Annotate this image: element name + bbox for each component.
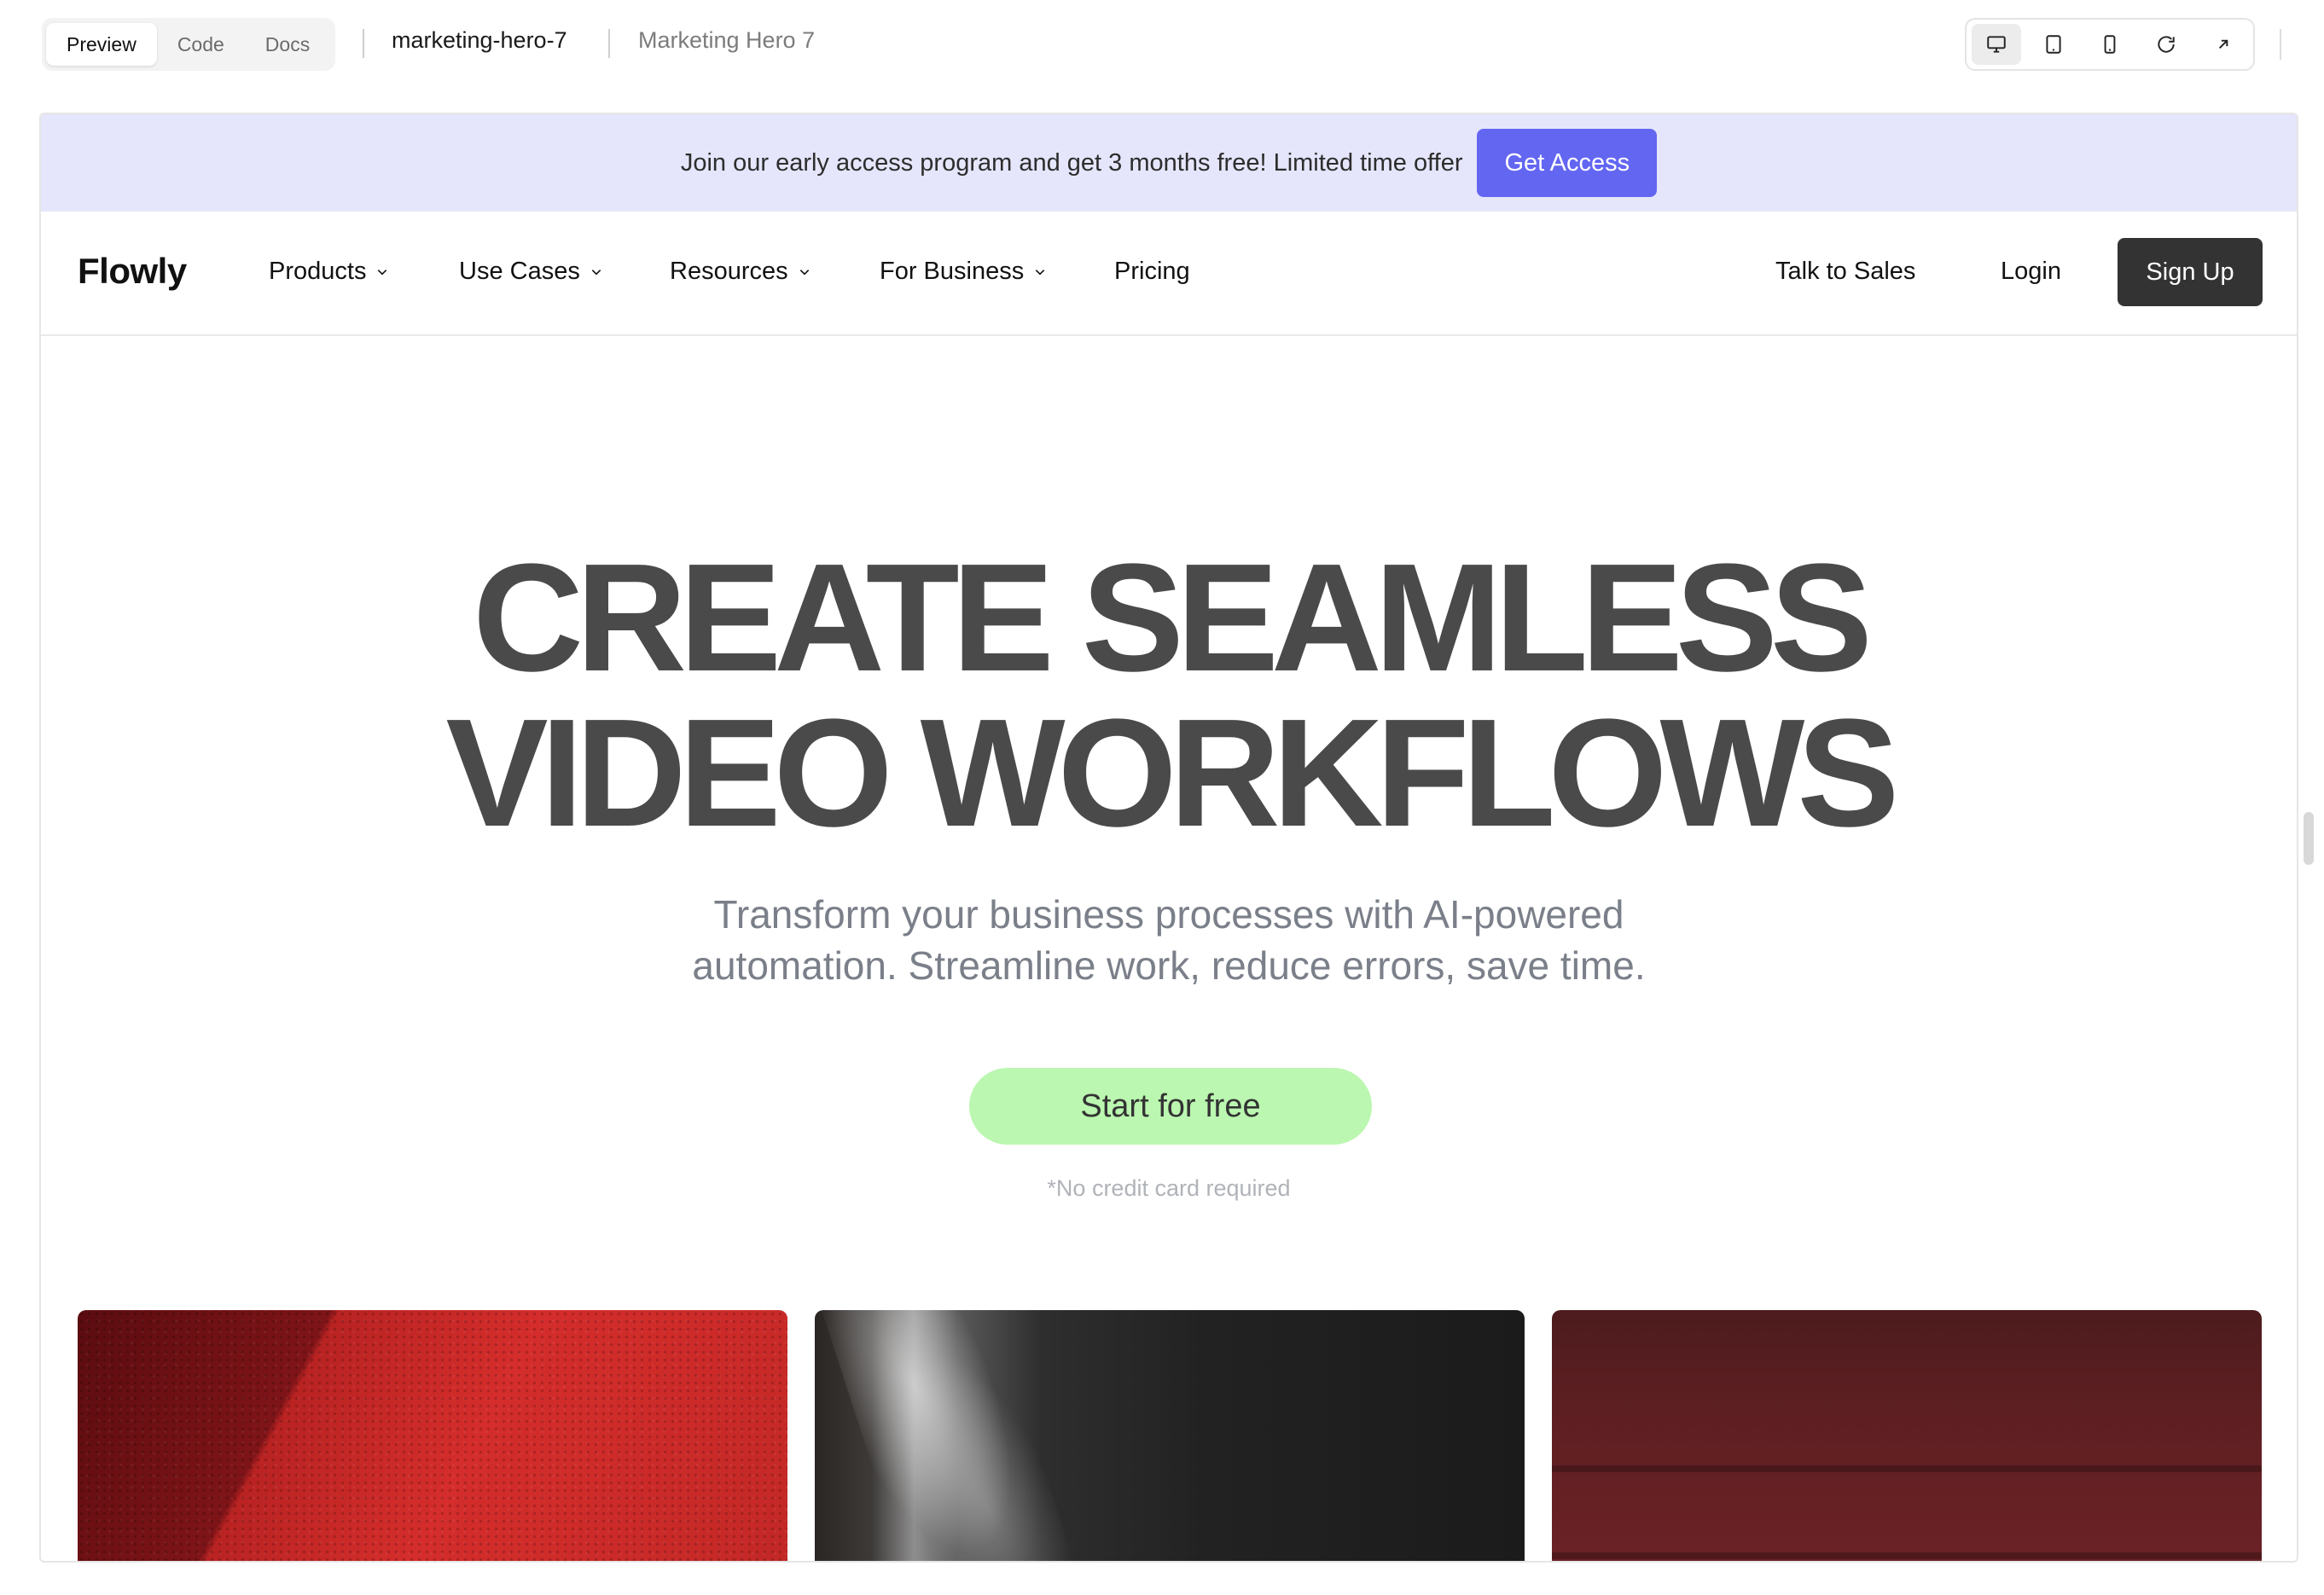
desktop-view-button[interactable] [1972, 24, 2022, 65]
viewer-toolbar: Preview Code Docs marketing-hero-7 Marke… [0, 0, 2324, 94]
tab-code[interactable]: Code [157, 23, 245, 66]
scrollbar-thumb[interactable] [2304, 812, 2314, 865]
nav-item-label: Products [269, 258, 367, 285]
nav-item-products[interactable]: Products [269, 258, 388, 286]
gallery-image-red-texture [78, 1310, 787, 1561]
get-access-button[interactable]: Get Access [1477, 129, 1658, 197]
hero-subtitle: Transform your business processes with A… [41, 889, 2297, 991]
refresh-button[interactable] [2141, 24, 2191, 65]
stripe [1552, 1465, 2262, 1472]
nav-item-for-business[interactable]: For Business [880, 258, 1046, 286]
gallery-image-black-shore [815, 1310, 1525, 1561]
nav-item-label: Pricing [1114, 258, 1190, 285]
open-external-icon [2218, 39, 2228, 49]
desktop-icon [1987, 36, 2006, 53]
announcement-text: Join our early access program and get 3 … [680, 148, 1463, 177]
tab-docs[interactable]: Docs [245, 23, 330, 66]
chevron-down-icon [799, 269, 809, 275]
preview-frame: Join our early access program and get 3 … [39, 113, 2298, 1563]
open-external-button[interactable] [2199, 24, 2248, 65]
no-credit-card-note: *No credit card required [1047, 1175, 1291, 1201]
divider [363, 29, 364, 58]
talk-to-sales-link[interactable]: Talk to Sales [1775, 258, 1915, 286]
sign-up-button[interactable]: Sign Up [2118, 238, 2263, 306]
main-navigation: Flowly Products Use Cases Resources For … [41, 212, 2297, 336]
divider [608, 29, 610, 58]
component-name: Marketing Hero 7 [638, 27, 816, 53]
stripe [1552, 1552, 2262, 1559]
refresh-icon [2158, 36, 2176, 53]
nav-item-resources[interactable]: Resources [670, 258, 810, 286]
view-mode-tabs: Preview Code Docs [42, 18, 335, 71]
login-link[interactable]: Login [2001, 258, 2061, 286]
hero-subtitle-line: automation. Streamline work, reduce erro… [692, 943, 1646, 988]
hero-title-line: VIDEO WORKFLOWS [445, 687, 1900, 859]
mobile-icon [2104, 35, 2116, 54]
tablet-view-button[interactable] [2028, 24, 2077, 65]
mobile-view-button[interactable] [2085, 24, 2135, 65]
chevron-down-icon [378, 269, 387, 275]
hero-title-line: CREATE SEAMLESS [473, 532, 1873, 704]
nav-item-pricing[interactable]: Pricing [1114, 258, 1190, 286]
tablet-icon [2046, 35, 2061, 54]
hero-subtitle-line: Transform your business processes with A… [713, 892, 1624, 937]
start-for-free-button[interactable]: Start for free [969, 1068, 1372, 1145]
wave-foam [816, 1310, 1087, 1561]
nav-item-label: Use Cases [459, 258, 580, 285]
announcement-bar: Join our early access program and get 3 … [41, 114, 2297, 212]
nav-item-label: For Business [880, 258, 1025, 285]
hero-title: CREATE SEAMLESS VIDEO WORKFLOWS [41, 541, 2297, 851]
gallery-image-dark-red [1552, 1310, 2262, 1561]
chevron-down-icon [591, 269, 601, 275]
nav-item-label: Resources [670, 258, 788, 285]
device-toggle-group [1965, 18, 2255, 71]
tab-preview[interactable]: Preview [46, 23, 157, 66]
chevron-down-icon [1035, 269, 1045, 275]
nav-item-use-cases[interactable]: Use Cases [459, 258, 602, 286]
brand-logo[interactable]: Flowly [78, 251, 187, 292]
component-id: marketing-hero-7 [392, 27, 567, 53]
divider [2280, 29, 2281, 60]
